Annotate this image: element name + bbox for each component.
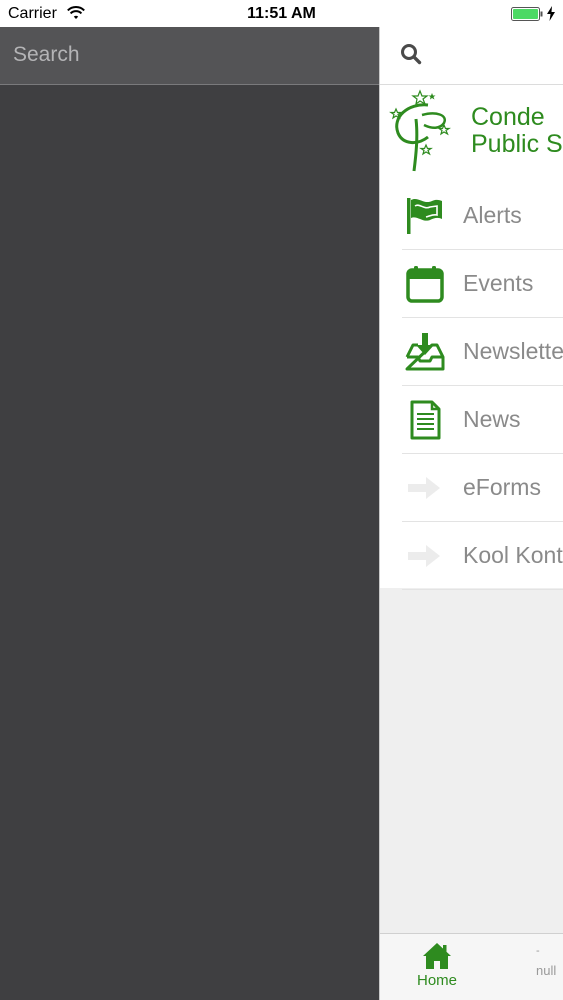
arrow-right-icon	[408, 545, 440, 567]
school-name-line-2: Public S	[471, 130, 563, 158]
search-icon[interactable]	[400, 43, 422, 65]
menu-item-label: eForms	[463, 474, 541, 500]
charging-bolt-icon	[547, 6, 555, 21]
menu-panel: Conde Public S Alerts Events Newslette N…	[379, 27, 563, 1000]
divider	[402, 589, 563, 590]
tab-null[interactable]: - null	[536, 946, 563, 1000]
search-panel	[0, 27, 379, 1000]
menu-item-newsletters[interactable]: Newslette	[380, 318, 563, 386]
battery-icon	[511, 7, 543, 21]
menu-list: Alerts Events Newslette News eForms Kool…	[380, 182, 563, 590]
inbox-download-icon	[405, 333, 445, 371]
tab-home-label: Home	[416, 972, 457, 989]
school-name: Conde Public S	[471, 104, 563, 158]
menu-item-kool-kontact[interactable]: Kool Kont	[380, 522, 563, 590]
document-icon	[410, 400, 441, 440]
menu-item-eforms[interactable]: eForms	[380, 454, 563, 522]
menu-item-label: Alerts	[463, 202, 522, 228]
arrow-right-icon	[408, 477, 440, 499]
calendar-icon	[406, 266, 444, 303]
status-time: 11:51 AM	[247, 5, 316, 22]
search-bar	[0, 27, 379, 85]
menu-item-label: Kool Kont	[463, 542, 563, 568]
flag-icon	[407, 198, 442, 234]
menu-item-label: Newslette	[463, 338, 563, 364]
menu-item-alerts[interactable]: Alerts	[380, 182, 563, 250]
tab-null-dash: -	[536, 945, 540, 957]
tab-null-label: null	[536, 963, 557, 978]
menu-item-label: Events	[463, 270, 534, 296]
menu-item-events[interactable]: Events	[380, 250, 563, 318]
menu-header	[380, 27, 563, 85]
home-icon	[423, 943, 451, 969]
tab-home[interactable]: Home	[400, 942, 474, 997]
school-name-line-1: Conde	[471, 103, 545, 131]
tab-bar: Home - null	[380, 933, 563, 1000]
status-bar: Carrier 11:51 AM	[0, 0, 563, 27]
menu-item-news[interactable]: News	[380, 386, 563, 454]
search-input[interactable]	[13, 40, 363, 70]
school-crest-icon	[389, 89, 451, 172]
school-logo[interactable]: Conde Public S	[380, 85, 563, 182]
menu-item-label: News	[463, 406, 521, 432]
